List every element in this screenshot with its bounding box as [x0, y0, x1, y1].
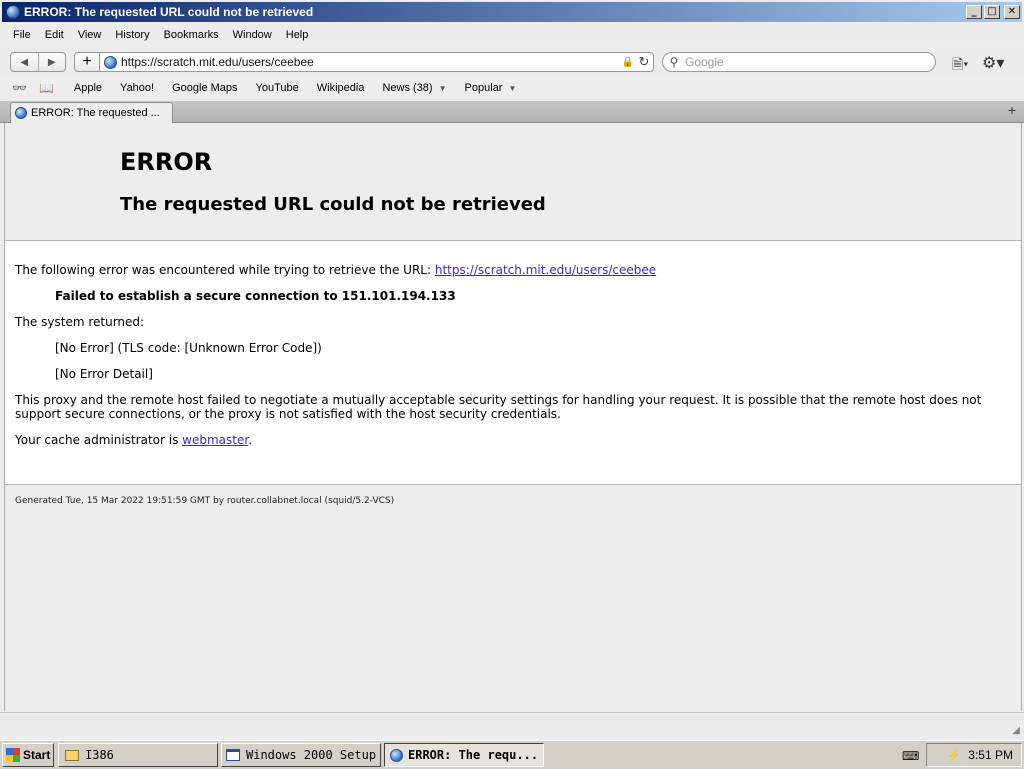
system-returned-label: The system returned:: [15, 315, 145, 329]
taskbar-button-browser[interactable]: ERROR: The requ...: [384, 743, 544, 767]
page-footer: Generated Tue, 15 Mar 2022 19:51:59 GMT …: [5, 484, 1021, 711]
close-button[interactable]: ✕: [1004, 5, 1020, 19]
bookmark-news[interactable]: News (38): [382, 82, 432, 94]
taskbar-button-i386[interactable]: I386: [58, 743, 218, 767]
tab-title: ERROR: The requested ...: [31, 107, 160, 119]
reload-icon[interactable]: ↻: [635, 54, 653, 70]
minimize-button[interactable]: _: [966, 5, 982, 19]
menu-bar: File Edit View History Bookmarks Window …: [0, 24, 1024, 46]
news-dropdown-icon[interactable]: ▼: [439, 84, 447, 93]
window-controls: _ □ ✕: [966, 5, 1020, 19]
taskbar-label-setup: Windows 2000 Setup: [246, 748, 377, 762]
page-menu-icon[interactable]: 🗎▾: [952, 54, 976, 72]
taskbar-label-i386: I386: [85, 748, 114, 762]
admin-line: Your cache administrator is webmaster.: [15, 433, 252, 447]
bookmarks-book-icon[interactable]: 📖: [39, 81, 54, 95]
status-bar: ◢: [0, 712, 1024, 739]
web-page: ERROR The requested URL could not be ret…: [4, 123, 1022, 711]
admin-prefix: Your cache administrator is: [15, 433, 183, 447]
bookmark-wikipedia[interactable]: Wikipedia: [317, 82, 365, 94]
folder-icon: [65, 749, 79, 761]
error-url-line: The following error was encountered whil…: [15, 263, 656, 277]
page-subtitle: The requested URL could not be retrieved: [120, 194, 546, 215]
site-globe-icon: [104, 55, 117, 69]
reading-list-icon[interactable]: 👓: [12, 81, 27, 95]
bookmarks-bar: 👓 📖 Apple Yahoo! Google Maps YouTube Wik…: [0, 78, 1024, 98]
search-field[interactable]: ⚲ Google: [662, 52, 936, 72]
clock[interactable]: 3:51 PM: [968, 748, 1013, 762]
bookmark-popular[interactable]: Popular: [465, 82, 503, 94]
webmaster-link[interactable]: webmaster: [182, 433, 248, 447]
back-button[interactable]: ◀: [11, 53, 39, 71]
tab-bar: ERROR: The requested ... +: [0, 101, 1024, 123]
browser-globe-icon: [6, 5, 20, 19]
bookmark-apple[interactable]: Apple: [74, 82, 102, 94]
title-bar[interactable]: ERROR: The requested URL could not be re…: [2, 2, 1022, 22]
toolbar: ◀ ▶ + https://scratch.mit.edu/users/ceeb…: [0, 48, 1024, 76]
bookmark-yahoo[interactable]: Yahoo!: [120, 82, 154, 94]
menu-edit[interactable]: Edit: [38, 29, 71, 41]
menu-view[interactable]: View: [71, 29, 109, 41]
error-url-prefix: The following error was encountered whil…: [15, 263, 435, 277]
windows-logo-icon: [6, 748, 20, 762]
taskbar-label-browser: ERROR: The requ...: [408, 748, 539, 762]
menu-bookmarks[interactable]: Bookmarks: [157, 29, 226, 41]
bookmark-youtube[interactable]: YouTube: [256, 82, 299, 94]
bookmark-google-maps[interactable]: Google Maps: [172, 82, 237, 94]
system-tray: ⚡ 3:51 PM: [926, 743, 1022, 767]
url-input[interactable]: https://scratch.mit.edu/users/ceebee: [121, 55, 621, 69]
generated-footer: Generated Tue, 15 Mar 2022 19:51:59 GMT …: [15, 496, 395, 506]
error-header: ERROR The requested URL could not be ret…: [5, 123, 1021, 241]
tab-error[interactable]: ERROR: The requested ...: [10, 102, 173, 123]
maximize-button[interactable]: □: [984, 5, 1000, 19]
tab-globe-icon: [15, 107, 27, 119]
start-label: Start: [23, 748, 51, 762]
popular-dropdown-icon[interactable]: ▼: [508, 84, 516, 93]
gear-icon[interactable]: ⚙▾: [982, 53, 1010, 72]
resize-grip-icon[interactable]: ◢: [1012, 725, 1020, 736]
setup-window-icon: [226, 749, 240, 761]
error-url-link[interactable]: https://scratch.mit.edu/users/ceebee: [435, 263, 656, 277]
browser-window: ERROR: The requested URL could not be re…: [0, 0, 1024, 740]
error-detail: [No Error Detail]: [55, 367, 153, 381]
add-bookmark-button[interactable]: +: [74, 52, 100, 72]
lock-icon: 🔒: [621, 56, 635, 68]
address-bar[interactable]: https://scratch.mit.edu/users/ceebee 🔒 ↻: [100, 52, 654, 72]
menu-history[interactable]: History: [108, 29, 156, 41]
menu-window[interactable]: Window: [226, 29, 279, 41]
page-title: ERROR: [120, 148, 213, 176]
menu-file[interactable]: File: [0, 29, 38, 41]
new-tab-button[interactable]: +: [1008, 102, 1016, 118]
tls-error-code: [No Error] (TLS code: [Unknown Error Cod…: [55, 341, 322, 355]
taskbar-button-setup[interactable]: Windows 2000 Setup: [221, 743, 381, 767]
taskbar: Start I386 Windows 2000 Setup ERROR: The…: [0, 740, 1024, 769]
keyboard-icon[interactable]: ⌨: [902, 749, 919, 763]
menu-help[interactable]: Help: [279, 29, 316, 41]
taskbar-globe-icon: [390, 748, 403, 762]
forward-button[interactable]: ▶: [39, 53, 66, 71]
error-explanation: This proxy and the remote host failed to…: [15, 393, 982, 421]
search-placeholder: Google: [685, 55, 724, 69]
window-title: ERROR: The requested URL could not be re…: [24, 5, 314, 19]
tray-icon[interactable]: ⚡: [947, 749, 961, 762]
nav-buttons: ◀ ▶: [10, 52, 66, 72]
connection-failure-message: Failed to establish a secure connection …: [55, 289, 456, 303]
start-button[interactable]: Start: [2, 743, 54, 767]
search-icon[interactable]: ⚲: [663, 55, 685, 69]
admin-suffix: .: [248, 433, 253, 447]
